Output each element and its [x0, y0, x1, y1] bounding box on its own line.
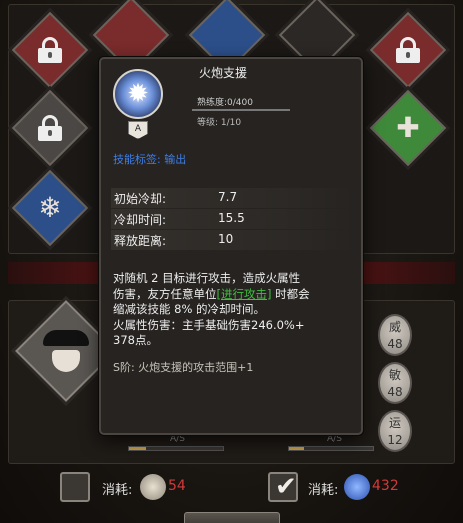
as-bar-left — [128, 446, 224, 451]
cost-label: 消耗: — [102, 483, 133, 498]
desc-text: 伤害，友方任意单位 — [113, 286, 217, 301]
desc-text: 时都会 — [271, 286, 310, 301]
skill-description: 对随机 2 目标进行攻击，造成火属性 伤害，友方任意单位[进行攻击] 时都会 缩… — [113, 271, 353, 349]
desc-line-1: 对随机 2 目标进行攻击，造成火属性 — [113, 271, 301, 285]
lock-icon — [396, 37, 420, 63]
desc-line-5: 378点。 — [113, 333, 158, 347]
skill-tooltip: ✹ A 火炮支援 熟练度:0/400 等级: 1/10 技能标签: 输出 初始冷… — [99, 57, 363, 435]
skill-icon: ✹ — [113, 69, 163, 119]
stat-value: 15.5 — [218, 211, 245, 225]
s-tier-bonus: S阶: 火炮支援的攻击范围+1 — [113, 361, 254, 374]
stat-yun: 运 12 — [378, 410, 412, 452]
proficiency-bar — [192, 109, 290, 111]
snowflake-icon: ❄ — [38, 191, 62, 224]
cannon-burst-icon: ✹ — [127, 79, 149, 109]
stat-label: 初始冷却: — [114, 192, 167, 206]
stat-row-cooldown: 冷却时间: 15.5 — [111, 209, 357, 229]
attack-keyword-link[interactable]: [进行攻击] — [217, 287, 272, 301]
stat-value: 12 — [387, 433, 403, 447]
stat-value: 48 — [387, 337, 403, 351]
stat-row-range: 释放距离: 10 — [111, 230, 357, 250]
as-label-left: A/S — [170, 434, 185, 444]
skill-name: 火炮支援 — [199, 66, 248, 80]
desc-line-2: 伤害，友方任意单位[进行攻击] 时都会 — [113, 287, 353, 303]
cost-row-1: 消耗: 54 — [60, 472, 220, 504]
skill-slot-badge: A — [128, 121, 148, 139]
cost-label: 消耗: — [308, 483, 339, 498]
stat-label: 冷却时间: — [114, 213, 167, 227]
lock-icon — [38, 115, 62, 141]
stat-label: 敏 — [388, 368, 401, 382]
stat-value: 48 — [387, 385, 403, 399]
confirm-button[interactable] — [184, 512, 280, 523]
check-icon: ✔ — [275, 472, 297, 502]
stat-row-initial-cooldown: 初始冷却: 7.7 — [111, 188, 357, 208]
cost-checkbox-2[interactable]: ✔ — [268, 472, 298, 502]
as-bar-right — [288, 446, 374, 451]
proficiency-text: 熟练度:0/400 — [197, 98, 253, 108]
cost-value: 432 — [372, 478, 399, 494]
cost-row-2: ✔ 消耗: 432 — [268, 472, 428, 504]
gem-icon — [344, 474, 370, 500]
stat-label: 威 — [388, 320, 401, 334]
desc-line-3: 缩减该技能 8% 的冷却时间。 — [113, 302, 266, 316]
skill-tags: 技能标签: 输出 — [113, 153, 187, 166]
stat-label: 运 — [388, 416, 401, 430]
stat-value: 7.7 — [218, 190, 238, 204]
skill-level: 等级: 1/10 — [197, 118, 242, 128]
stat-value: 10 — [218, 232, 234, 246]
stat-label: 释放距离: — [114, 234, 167, 248]
desc-line-4: 火属性伤害：主手基础伤害246.0%+ — [113, 317, 305, 332]
stat-min: 敏 48 — [378, 362, 412, 404]
as-label-right: A/S — [327, 434, 342, 444]
cost-checkbox-1[interactable] — [60, 472, 90, 502]
cost-value: 54 — [168, 478, 186, 494]
plus-icon: ✚ — [396, 111, 420, 144]
leaf-icon — [140, 474, 166, 500]
lock-icon — [38, 37, 62, 63]
stat-wei: 威 48 — [378, 314, 412, 356]
